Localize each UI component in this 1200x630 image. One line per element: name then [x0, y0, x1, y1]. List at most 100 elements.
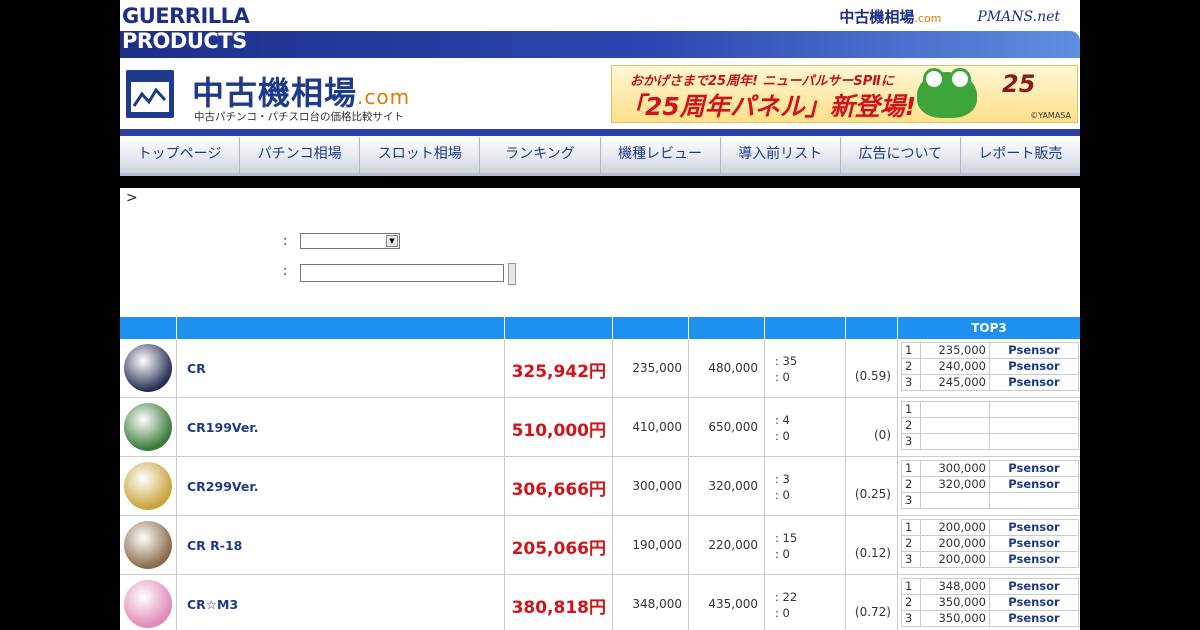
machine-thumbnail[interactable]	[124, 521, 172, 569]
name-cell: CR R-18	[177, 516, 505, 574]
ratio-cell: (0)	[846, 398, 898, 456]
nav-review[interactable]: 機種レビュー	[601, 137, 721, 173]
max-price: 320,000	[708, 479, 758, 493]
top3-shop-link[interactable]	[989, 492, 1079, 509]
nav-pre-install-list[interactable]: 導入前リスト	[721, 137, 841, 173]
top3-shop-link[interactable]	[989, 401, 1079, 418]
min-price: 300,000	[632, 479, 682, 493]
top3-rank: 2	[901, 535, 921, 552]
top3-cell: 123	[898, 398, 1080, 456]
max-cell: 220,000	[689, 516, 765, 574]
machine-thumbnail[interactable]	[124, 580, 172, 628]
max-price: 220,000	[708, 538, 758, 552]
top3-shop-link[interactable]	[989, 417, 1079, 434]
partner-link-pmans[interactable]: PMANS.net	[977, 9, 1060, 25]
top3-shop-link[interactable]: Psensor	[989, 535, 1079, 552]
top3-shop-link[interactable]: Psensor	[989, 551, 1079, 568]
top3-rank: 1	[901, 519, 921, 536]
top3-shop-link[interactable]: Psensor	[989, 358, 1079, 375]
ad-line2: 「25周年パネル」新登場!	[620, 92, 917, 121]
machine-name-link[interactable]: CR299Ver.	[187, 479, 259, 494]
top3-shop-link[interactable]: Psensor	[989, 342, 1079, 359]
top3-shop-link[interactable]: Psensor	[989, 476, 1079, 493]
machine-name-link[interactable]: CR	[187, 361, 206, 376]
top3-shop-link[interactable]	[989, 433, 1079, 450]
top3-shop-link[interactable]: Psensor	[989, 578, 1079, 595]
ad-anniversary-badge: 25	[1002, 70, 1036, 98]
min-cell: 348,000	[613, 575, 689, 630]
nav-advertising[interactable]: 広告について	[841, 137, 961, 173]
machine-thumbnail[interactable]	[124, 403, 172, 451]
top3-price: 300,000	[920, 460, 990, 477]
ratio-value: (0.59)	[854, 369, 891, 383]
average-price: 306,666円	[511, 480, 606, 500]
machine-thumbnail[interactable]	[124, 344, 172, 392]
count-b: : 0	[775, 488, 790, 502]
th-top3: TOP3	[971, 321, 1007, 335]
top3-rank: 3	[901, 610, 921, 627]
average-price: 510,000円	[511, 421, 606, 441]
top3-rank: 3	[901, 551, 921, 568]
th-ratio	[846, 317, 898, 339]
keyword-input[interactable]	[300, 264, 504, 282]
min-cell: 190,000	[613, 516, 689, 574]
top3-price: 245,000	[920, 374, 990, 391]
top3-shop-link[interactable]: Psensor	[989, 374, 1079, 391]
machine-name-link[interactable]: CR199Ver.	[187, 420, 259, 435]
top3-rank: 3	[901, 492, 921, 509]
top3-row: 1 235,000 Psensor	[901, 342, 1079, 359]
th-count	[765, 317, 846, 339]
thumb-cell	[120, 457, 177, 515]
ratio-value: (0.25)	[854, 487, 891, 501]
guerrilla-products-logo[interactable]: GUERRILLA PRODUCTS	[122, 4, 252, 54]
top3-row: 1 200,000 Psensor	[901, 519, 1079, 536]
site-link-chukoki[interactable]: 中古機相場.com	[839, 6, 941, 27]
search-button[interactable]	[508, 263, 516, 285]
frog-mascot-icon	[917, 68, 977, 118]
table-row: CR R-18 205,066円 190,000 220,000: 15: 0 (0.1…	[120, 516, 1080, 575]
top3-rank: 1	[901, 460, 921, 477]
top3-row: 3 200,000 Psensor	[901, 551, 1079, 568]
min-price: 410,000	[632, 420, 682, 434]
machine-thumbnail[interactable]	[124, 462, 172, 510]
nav-report-sales[interactable]: レポート販売	[961, 137, 1080, 173]
top3-row: 3 245,000 Psensor	[901, 374, 1079, 391]
nav-pachinko[interactable]: パチンコ相場	[240, 137, 361, 173]
count-cell: : 15: 0	[765, 516, 846, 574]
th-image	[120, 317, 177, 339]
nav-top-page[interactable]: トップページ	[120, 137, 241, 173]
name-cell: CR	[177, 339, 505, 397]
category-select[interactable]: ▼	[300, 233, 400, 249]
top3-row: 3	[901, 433, 1079, 450]
top3-shop-link[interactable]: Psensor	[989, 519, 1079, 536]
site-link-suffix: .com	[914, 12, 942, 25]
min-price: 348,000	[632, 597, 682, 611]
top3-cell: 1 235,000 Psensor 2 240,000 Psensor 3 245,000 Ps…	[898, 339, 1080, 397]
top-links: 中古機相場.com PMANS.net	[839, 6, 1060, 27]
page: GUERRILLA PRODUCTS 中古機相場.com PMANS.net 中…	[120, 0, 1080, 630]
count-cell: : 4: 0	[765, 398, 846, 456]
chart-logo-icon[interactable]	[126, 70, 174, 118]
top3-row: 3 350,000 Psensor	[901, 610, 1079, 627]
site-header: 中古機相場.com 中古パチンコ・パチスロ台の価格比較サイト おかげさまで25周…	[120, 58, 1080, 130]
ad-banner[interactable]: おかげさまで25周年! ニューパルサーSPⅡに 「25周年パネル」新登場! 25…	[611, 65, 1078, 123]
nav-ranking[interactable]: ランキング	[480, 137, 601, 173]
top3-shop-link[interactable]: Psensor	[989, 594, 1079, 611]
top3-row: 2 350,000 Psensor	[901, 594, 1079, 611]
top3-shop-link[interactable]: Psensor	[989, 610, 1079, 627]
count-b: : 0	[775, 547, 790, 561]
top3-row: 2 320,000 Psensor	[901, 476, 1079, 493]
count-b: : 0	[775, 429, 790, 443]
site-logo-title[interactable]: 中古機相場.com	[192, 68, 410, 114]
machine-name-link[interactable]: CR☆M3	[187, 597, 238, 612]
count-cell: : 35: 0	[765, 339, 846, 397]
max-price: 435,000	[708, 597, 758, 611]
chevron-down-icon[interactable]: ▼	[386, 235, 398, 247]
top3-rank: 2	[901, 417, 921, 434]
min-price: 190,000	[632, 538, 682, 552]
max-price: 650,000	[708, 420, 758, 434]
machine-name-link[interactable]: CR R-18	[187, 538, 242, 553]
top3-rank: 3	[901, 433, 921, 450]
top3-shop-link[interactable]: Psensor	[989, 460, 1079, 477]
nav-slot[interactable]: スロット相場	[360, 137, 481, 173]
